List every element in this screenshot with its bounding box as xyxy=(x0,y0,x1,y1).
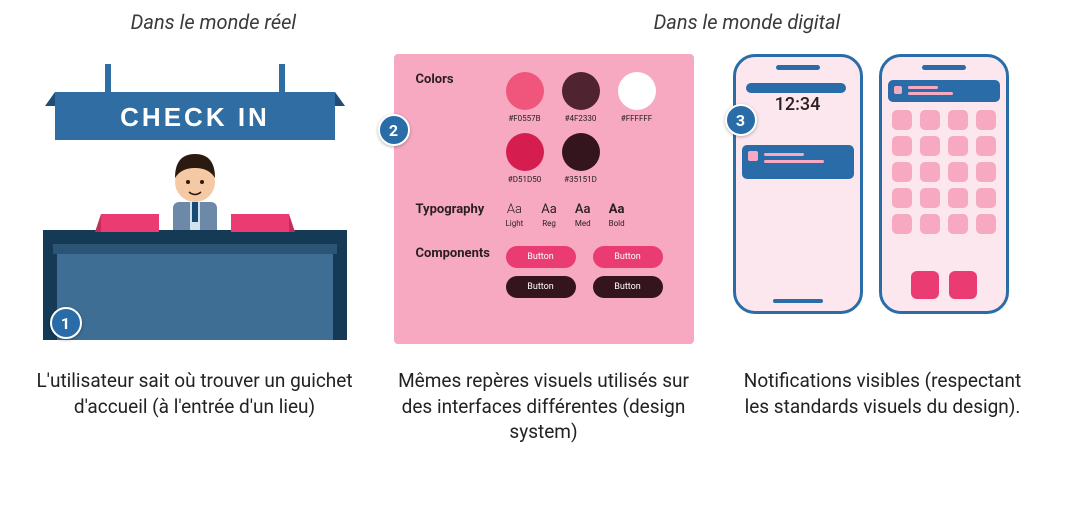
ds-buttons-row: Button Button Button Button xyxy=(506,246,672,298)
panel-design-system: 2 Colors #F0557B#4F2330#FFFFFF#D51D50#35… xyxy=(394,54,694,344)
swatch-hex-label: #D51D50 xyxy=(508,175,541,184)
panel-notifications: 3 12:34 xyxy=(733,54,1033,314)
swatch-circle xyxy=(506,133,544,171)
notification-pill xyxy=(746,83,846,93)
app-icon xyxy=(976,110,996,130)
app-icon xyxy=(920,136,940,156)
app-icon xyxy=(892,188,912,208)
app-icon xyxy=(948,214,968,234)
badge-1: 1 xyxy=(50,307,82,339)
color-swatch: #4F2330 xyxy=(562,72,600,123)
typo-weight-label: Med xyxy=(575,219,591,228)
notification-banner xyxy=(888,80,1000,102)
app-icon xyxy=(948,188,968,208)
swatch-circle xyxy=(562,72,600,110)
typo-sample-text: Aa xyxy=(541,202,557,217)
app-icon xyxy=(892,110,912,130)
app-icon xyxy=(920,214,940,234)
typo-sample-text: Aa xyxy=(609,202,625,217)
design-system-card: Colors #F0557B #4F2330 #FFFFFF #D51D50 #3515… xyxy=(394,54,694,344)
ds-typography-row: Aa Light Aa Reg Aa Med Aa Bold xyxy=(506,202,672,228)
color-swatch: #D51D50 xyxy=(506,133,544,184)
swatch-hex-label: #FFFFFF xyxy=(621,114,652,123)
header-digital-world: Dans le monde digital xyxy=(427,10,1067,34)
color-swatch: #35151D xyxy=(562,133,600,184)
ds-components-label: Components xyxy=(416,246,506,261)
swatch-hex-label: #F0557B xyxy=(508,114,540,123)
color-swatch: #FFFFFF xyxy=(618,72,656,123)
checkin-sign-text: CHECK IN xyxy=(120,102,270,132)
home-indicator xyxy=(773,299,823,303)
app-icon xyxy=(892,214,912,234)
swatch-circle xyxy=(618,72,656,110)
typography-sample: Aa Bold xyxy=(609,202,625,228)
app-icon xyxy=(948,110,968,130)
app-grid xyxy=(882,110,1006,234)
phone-homescreen xyxy=(879,54,1009,314)
app-icon xyxy=(892,136,912,156)
phone-lockscreen: 12:34 xyxy=(733,54,863,314)
app-icon xyxy=(976,214,996,234)
app-icon xyxy=(892,162,912,182)
app-icon xyxy=(948,162,968,182)
app-icon xyxy=(948,136,968,156)
typography-sample: Aa Med xyxy=(575,202,591,228)
swatch-circle xyxy=(562,133,600,171)
app-icon xyxy=(920,110,940,130)
header-real-world: Dans le monde réel xyxy=(0,10,427,34)
checkin-illustration: CHECK IN xyxy=(35,54,355,344)
ds-colors-label: Colors xyxy=(416,72,506,87)
ds-colors-row: #F0557B #4F2330 #FFFFFF #D51D50 #35151D xyxy=(506,72,672,184)
app-icon xyxy=(976,188,996,208)
app-icon xyxy=(976,136,996,156)
phone-notch xyxy=(922,65,966,70)
phone-time: 12:34 xyxy=(775,94,821,115)
color-swatch: #F0557B xyxy=(506,72,544,123)
caption-1: L'utilisateur sait où trouver un guichet… xyxy=(35,368,355,445)
panel-real-world: 1 CHECK IN xyxy=(35,54,355,344)
component-button: Button xyxy=(593,246,663,268)
phone-dock xyxy=(911,271,977,299)
app-icon xyxy=(976,162,996,182)
app-icon xyxy=(920,162,940,182)
component-button: Button xyxy=(593,276,663,298)
badge-3: 3 xyxy=(725,104,757,136)
caption-3: Notifications visibles (respectant les s… xyxy=(733,368,1033,445)
component-button: Button xyxy=(506,276,576,298)
dock-app-icon xyxy=(949,271,977,299)
component-button: Button xyxy=(506,246,576,268)
typo-sample-text: Aa xyxy=(575,202,591,217)
swatch-hex-label: #4F2330 xyxy=(565,114,597,123)
typography-sample: Aa Light xyxy=(506,202,524,228)
swatch-circle xyxy=(506,72,544,110)
app-icon xyxy=(920,188,940,208)
typo-weight-label: Light xyxy=(506,219,524,228)
ds-typography-label: Typography xyxy=(416,202,506,217)
badge-2: 2 xyxy=(378,114,410,146)
dock-app-icon xyxy=(911,271,939,299)
caption-2: Mêmes repères visuels utilisés sur des i… xyxy=(394,368,694,445)
typography-sample: Aa Reg xyxy=(541,202,557,228)
typo-sample-text: Aa xyxy=(507,202,522,217)
typo-weight-label: Reg xyxy=(542,219,556,228)
swatch-hex-label: #35151D xyxy=(564,175,597,184)
notification-card xyxy=(742,145,854,179)
phone-notch xyxy=(776,65,820,70)
typo-weight-label: Bold xyxy=(609,219,625,228)
